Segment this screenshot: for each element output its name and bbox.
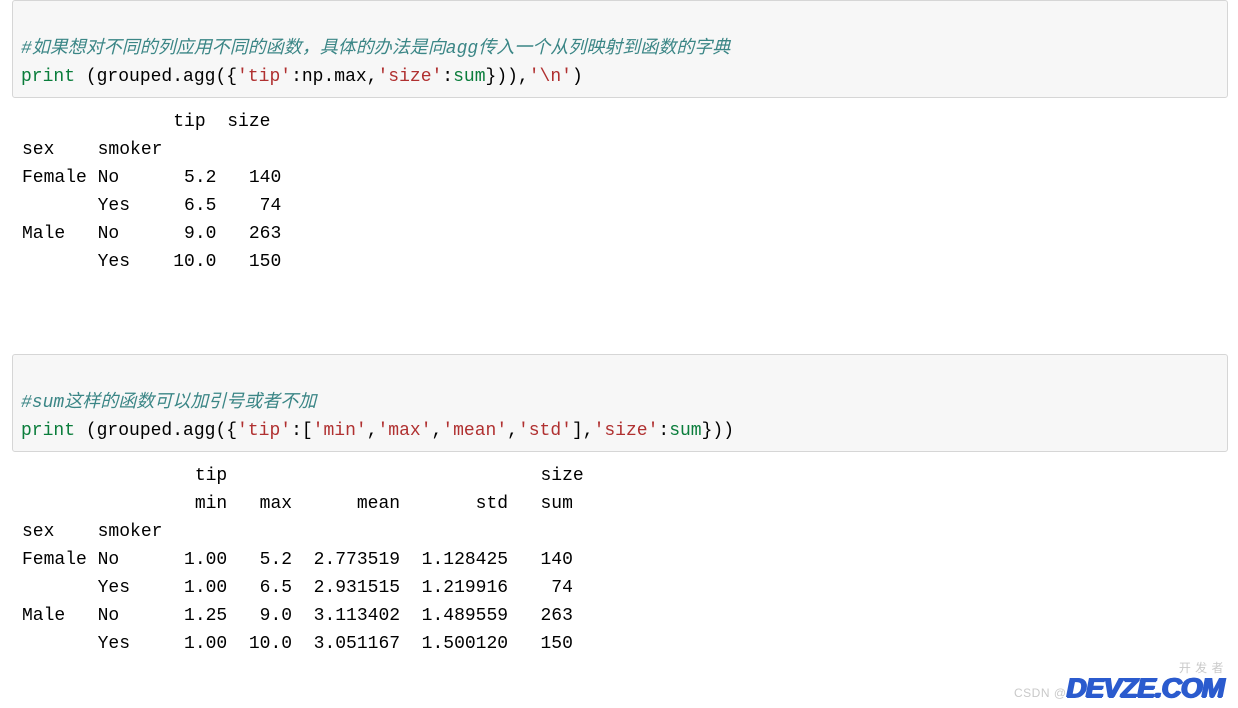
output-table-2: tip size min max mean std sum sex smoker…	[0, 452, 1238, 658]
str-std: 'std'	[518, 421, 572, 441]
watermark-logo: DEVZE.COM	[1067, 672, 1224, 703]
code-frag: )	[572, 67, 583, 87]
output-table-1: tip size sex smoker Female No 5.2 140 Ye…	[0, 98, 1238, 276]
kw-print-1: print	[21, 67, 75, 87]
code-frag: ,	[432, 421, 443, 441]
code-frag: })),	[486, 67, 529, 87]
code-frag: :np.max,	[291, 67, 377, 87]
str-min: 'min'	[313, 421, 367, 441]
comment-1: #如果想对不同的列应用不同的函数，具体的办法是向agg传入一个从列映射到函数的字…	[21, 39, 730, 59]
code-frag: ,	[367, 421, 378, 441]
watermark: 开 发 者 CSDN @DEVZE.COM	[1014, 661, 1224, 702]
str-tip-2: 'tip'	[237, 421, 291, 441]
code-frag: ,	[507, 421, 518, 441]
code-frag: :	[442, 67, 453, 87]
spacer	[0, 294, 1238, 354]
str-size-1: 'size'	[377, 67, 442, 87]
watermark-cn: 开 发 者	[1014, 661, 1224, 675]
code-frag: ],	[572, 421, 594, 441]
kw-sum-2: sum	[669, 421, 701, 441]
str-mean: 'mean'	[442, 421, 507, 441]
kw-print-2: print	[21, 421, 75, 441]
str-size-2: 'size'	[594, 421, 659, 441]
str-max: 'max'	[378, 421, 432, 441]
code-frag: :	[658, 421, 669, 441]
code-frag: (grouped.agg({	[75, 421, 237, 441]
str-tip-1: 'tip'	[237, 67, 291, 87]
str-nl: '\n'	[529, 67, 572, 87]
code-frag: (grouped.agg({	[75, 67, 237, 87]
watermark-csdn: CSDN @	[1014, 686, 1067, 700]
kw-sum-1: sum	[453, 67, 485, 87]
code-frag: }))	[702, 421, 734, 441]
code-frag: :[	[291, 421, 313, 441]
code-input-1: #如果想对不同的列应用不同的函数，具体的办法是向agg传入一个从列映射到函数的字…	[12, 0, 1228, 98]
code-input-2: #sum这样的函数可以加引号或者不加 print (grouped.agg({'…	[12, 354, 1228, 452]
comment-2: #sum这样的函数可以加引号或者不加	[21, 393, 316, 413]
code-cell-1: #如果想对不同的列应用不同的函数，具体的办法是向agg传入一个从列映射到函数的字…	[0, 0, 1238, 276]
code-cell-2: #sum这样的函数可以加引号或者不加 print (grouped.agg({'…	[0, 354, 1238, 658]
